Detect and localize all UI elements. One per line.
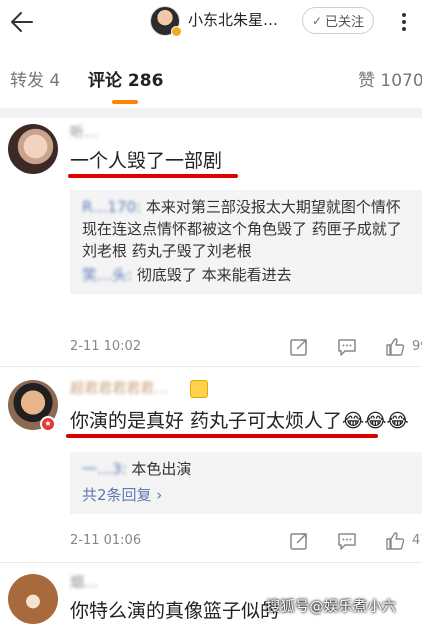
fan-badge-icon bbox=[190, 380, 208, 398]
comment-time: 2-11 01:06 bbox=[70, 533, 142, 548]
member-badge-icon: ★ bbox=[40, 416, 56, 432]
reply-icon[interactable] bbox=[336, 530, 358, 552]
more-options-icon[interactable] bbox=[392, 10, 416, 34]
reply-icon[interactable] bbox=[336, 336, 358, 358]
comment-meta: 2-11 10:02 99 bbox=[70, 336, 422, 358]
like-count: 41 bbox=[412, 533, 422, 548]
avatar[interactable] bbox=[8, 124, 58, 174]
follow-label: 已关注 bbox=[325, 15, 365, 30]
comment-meta: 2-11 01:06 41 bbox=[70, 530, 422, 552]
divider bbox=[0, 366, 422, 367]
reply-text: 本色出演 bbox=[126, 460, 192, 478]
comment-time: 2-11 10:02 bbox=[70, 339, 142, 354]
comment-username[interactable]: 超君君君君君… bbox=[70, 380, 168, 398]
top-bar: 小东北朱星… ✓ 已关注 bbox=[0, 0, 422, 44]
avatar[interactable] bbox=[8, 574, 58, 624]
verified-badge-icon bbox=[171, 26, 182, 37]
author-name[interactable]: 小东北朱星… bbox=[188, 9, 284, 31]
comment-text: 你演的是真好 药丸子可太烦人了😂😂😂 bbox=[70, 410, 409, 432]
follow-button[interactable]: ✓ 已关注 bbox=[302, 7, 374, 34]
comment-username[interactable]: 烟… bbox=[70, 574, 98, 592]
comment-text: 你特么演的真像篮子似的 bbox=[70, 600, 280, 622]
reply-item: 一…3: 本色出演 bbox=[82, 458, 412, 480]
reply-item: R…170: 本来对第三部没报太大期望就图个情怀 现在连这点情怀都被这个角色毁了… bbox=[82, 196, 412, 262]
comment-text: 一个人毁了一部剧 bbox=[70, 150, 223, 172]
tab-repost[interactable]: 转发 4 bbox=[10, 70, 60, 92]
active-tab-indicator bbox=[112, 100, 138, 104]
reply-username[interactable]: R…170: bbox=[82, 198, 141, 216]
reply-text: 彻底毁了 本来能看进去 bbox=[132, 266, 292, 284]
highlight-underline bbox=[66, 434, 378, 438]
more-replies-link[interactable]: 共2条回复 › bbox=[82, 484, 412, 506]
back-arrow-icon[interactable] bbox=[6, 6, 38, 38]
check-icon: ✓ bbox=[311, 13, 323, 28]
reply-box[interactable]: 一…3: 本色出演 共2条回复 › bbox=[70, 452, 422, 514]
tab-like[interactable]: 赞 1070 bbox=[358, 70, 422, 92]
tab-bar: 转发 4 评论 286 赞 1070 bbox=[0, 62, 422, 104]
highlight-underline bbox=[68, 174, 238, 178]
section-divider bbox=[0, 108, 422, 118]
reply-box[interactable]: R…170: 本来对第三部没报太大期望就图个情怀 现在连这点情怀都被这个角色毁了… bbox=[70, 190, 422, 294]
like-count: 99 bbox=[412, 339, 422, 354]
reply-username[interactable]: 笑…头: bbox=[82, 266, 132, 284]
share-icon[interactable] bbox=[288, 336, 310, 358]
share-icon[interactable] bbox=[288, 530, 310, 552]
divider bbox=[0, 562, 422, 563]
reply-item: 笑…头: 彻底毁了 本来能看进去 bbox=[82, 264, 412, 286]
comment-username[interactable]: 听… bbox=[70, 124, 98, 142]
reply-username[interactable]: 一…3: bbox=[82, 460, 127, 478]
watermark: 搜狐号@娱乐煮小六 bbox=[266, 599, 397, 615]
like-icon[interactable] bbox=[384, 530, 406, 552]
tab-comment[interactable]: 评论 286 bbox=[88, 70, 163, 92]
like-icon[interactable] bbox=[384, 336, 406, 358]
